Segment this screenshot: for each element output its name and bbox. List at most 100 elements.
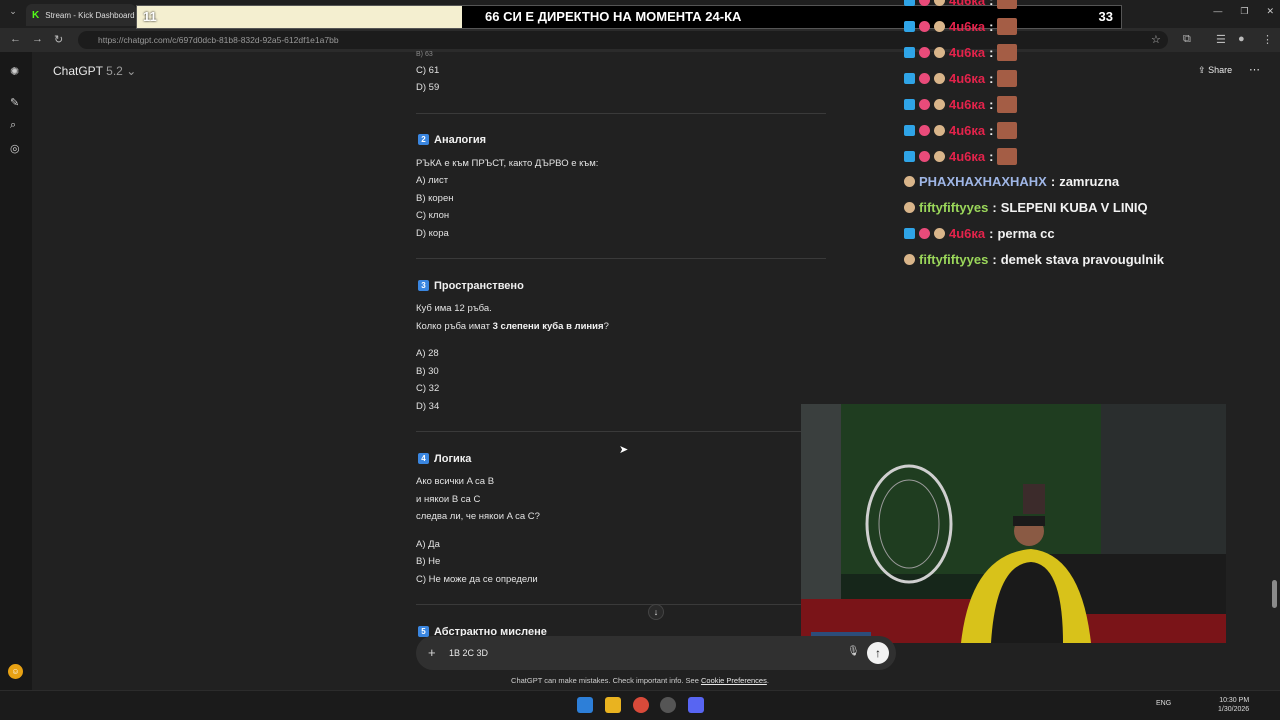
- moderator-badge-icon: [904, 0, 915, 6]
- browser-menu-icon[interactable]: ⋮: [1262, 33, 1273, 46]
- clipped-line: B) 63: [416, 51, 433, 58]
- prompt-input[interactable]: 1B 2C 3D: [449, 648, 488, 658]
- microphone-icon[interactable]: 🎙: [847, 646, 860, 657]
- chat-separator: :: [989, 45, 994, 60]
- reload-icon[interactable]: ↻: [54, 33, 63, 46]
- chat-text: SLEPENI KUBA V LINIQ: [1000, 200, 1148, 215]
- chat-username[interactable]: 4u6ка: [949, 45, 985, 60]
- chat-username[interactable]: 4u6ка: [949, 226, 985, 241]
- tab-list-icon[interactable]: ☰: [1216, 33, 1226, 46]
- chat-username[interactable]: 4u6ка: [949, 149, 985, 164]
- option-text: C) клон: [416, 210, 450, 221]
- obs-icon[interactable]: [660, 697, 676, 713]
- arrow-up-icon: ↑: [875, 646, 881, 660]
- file-explorer-icon[interactable]: [605, 697, 621, 713]
- chat-username[interactable]: 4u6ка: [949, 71, 985, 86]
- extensions-icon[interactable]: ⧉: [1183, 33, 1191, 46]
- chat-separator: :: [992, 200, 997, 215]
- chat-username[interactable]: 4u6ка: [949, 97, 985, 112]
- number-badge: 3: [418, 280, 429, 291]
- chat-username[interactable]: fiftyfiftyyes: [919, 200, 988, 215]
- banner-left-number: 11: [143, 9, 157, 24]
- emote-badge-icon: [904, 202, 915, 213]
- search-icon[interactable]: ⌕: [10, 119, 16, 132]
- moderator-badge-icon: [904, 125, 915, 136]
- chat-message: PHAXHAXHAXHAHX: zamruzna: [904, 174, 1119, 189]
- chat-separator: :: [989, 123, 994, 138]
- cookie-preferences-link[interactable]: Cookie Preferences: [701, 676, 767, 685]
- share-button[interactable]: ⇪ Share: [1198, 65, 1232, 76]
- chat-username[interactable]: fiftyfiftyyes: [919, 252, 988, 267]
- add-attachment-icon[interactable]: +: [428, 645, 436, 660]
- model-name: ChatGPT: [53, 64, 103, 78]
- chat-username[interactable]: 4u6ка: [949, 19, 985, 34]
- system-clock[interactable]: 10:30 PM 1/30/2026: [1218, 696, 1249, 714]
- subscriber-badge-icon: [919, 0, 930, 6]
- question-text: РЪКА е към ПРЪСТ, както ДЪРВО е към:: [416, 158, 599, 169]
- new-chat-icon[interactable]: ✎: [10, 96, 19, 109]
- subscriber-badge-icon: [919, 73, 930, 84]
- maximize-icon[interactable]: ❐: [1240, 6, 1248, 17]
- windows-start-icon[interactable]: [577, 697, 593, 713]
- number-badge: 2: [418, 134, 429, 145]
- scroll-to-bottom-button[interactable]: ↓: [648, 604, 664, 620]
- webcam-image: [801, 404, 1226, 643]
- send-button[interactable]: ↑: [867, 642, 889, 664]
- moderator-badge-icon: [904, 99, 915, 110]
- section-heading: 3 Пространствено: [418, 280, 524, 292]
- option-text: B) 30: [416, 366, 439, 377]
- chat-separator: :: [989, 19, 994, 34]
- emote-badge-icon: [904, 254, 915, 265]
- divider: [416, 113, 826, 114]
- chat-username[interactable]: 4u6ка: [949, 123, 985, 138]
- option-text: A) Да: [416, 539, 440, 550]
- chat-username[interactable]: 4u6ка: [949, 0, 985, 8]
- emote-badge-icon: [934, 21, 945, 32]
- question-fragment: ?: [603, 321, 609, 332]
- option-text: C) Не може да се определи: [416, 574, 538, 585]
- chat-text: demek stava pravougulnik: [1000, 252, 1164, 267]
- disclaimer: ChatGPT can make mistakes. Check importa…: [0, 676, 1280, 685]
- tab-search-icon[interactable]: ⌄: [6, 6, 20, 20]
- language-indicator[interactable]: ENG: [1156, 700, 1171, 707]
- moderator-badge-icon: [904, 47, 915, 58]
- option-text: B) Не: [416, 556, 441, 567]
- browser-tab[interactable]: K Stream - Kick Dashboard: [26, 4, 136, 26]
- chat-message: fiftyfiftyyes: demek stava pravougulnik: [904, 252, 1164, 267]
- back-icon[interactable]: ←: [10, 33, 21, 45]
- discord-icon[interactable]: [688, 697, 704, 713]
- library-icon[interactable]: ◎: [10, 142, 20, 155]
- minimize-icon[interactable]: —: [1213, 6, 1222, 17]
- emote-badge-icon: [934, 151, 945, 162]
- banner-center-text: 66 СИ Е ДИРЕКТНО НА МОМЕНТА 24-КА: [485, 9, 742, 24]
- emote-icon: [997, 70, 1018, 87]
- subscriber-badge-icon: [919, 47, 930, 58]
- subscriber-badge-icon: [919, 228, 930, 239]
- section-title: Логика: [434, 453, 472, 465]
- chat-username[interactable]: PHAXHAXHAXHAHX: [919, 174, 1047, 189]
- model-selector[interactable]: ChatGPT 5.2 ⌄: [53, 64, 136, 78]
- chat-separator: :: [989, 97, 994, 112]
- moderator-badge-icon: [904, 151, 915, 162]
- section-title: Аналогия: [434, 134, 487, 146]
- question-fragment: Колко ръба имат: [416, 321, 493, 332]
- section-title: Пространствено: [434, 280, 524, 292]
- profile-icon[interactable]: ●: [1238, 33, 1245, 45]
- chat-message: 4u6ка:: [904, 44, 1018, 61]
- forward-icon[interactable]: →: [32, 33, 43, 45]
- chatgpt-logo-icon[interactable]: ✺: [10, 65, 19, 78]
- bookmark-star-icon[interactable]: ☆: [1151, 33, 1161, 46]
- number-badge: 4: [418, 453, 429, 464]
- more-options-icon[interactable]: ⋯: [1249, 63, 1260, 76]
- disclaimer-text: ChatGPT can make mistakes. Check importa…: [511, 676, 701, 685]
- chrome-icon[interactable]: [633, 697, 649, 713]
- close-icon[interactable]: ✕: [1266, 6, 1274, 17]
- chat-separator: :: [989, 71, 994, 86]
- scrollbar-thumb[interactable]: [1272, 580, 1277, 608]
- emote-icon: [997, 96, 1018, 113]
- option-text: D) 59: [416, 82, 440, 93]
- emote-badge-icon: [934, 0, 945, 6]
- mouse-cursor-icon: ➤: [619, 444, 629, 456]
- option-text: A) лист: [416, 175, 449, 186]
- tab-title: Stream - Kick Dashboard: [45, 10, 135, 20]
